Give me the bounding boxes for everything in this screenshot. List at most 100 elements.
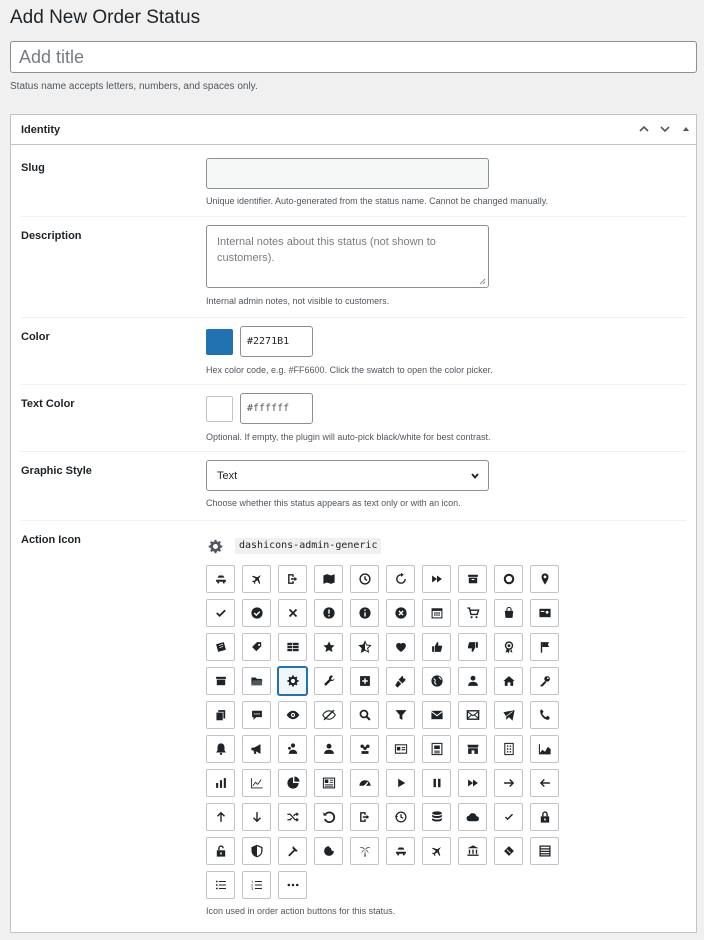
icon-option-calendar[interactable] [422,599,451,627]
title-input[interactable] [10,41,697,73]
icon-option-pie-chart[interactable] [278,769,307,797]
icon-option-area-chart[interactable] [530,735,559,763]
icon-option-id[interactable] [386,735,415,763]
icon-option-fast-forward[interactable] [422,565,451,593]
icon-option-check-circle[interactable] [242,599,271,627]
graphic-style-select[interactable]: Text [206,460,489,491]
icon-option-flag[interactable] [530,633,559,661]
icon-option-arrow-left[interactable] [530,769,559,797]
icon-option-undo[interactable] [314,803,343,831]
icon-option-circle[interactable] [494,565,523,593]
icon-option-bell[interactable] [206,735,235,763]
icon-option-airplane-alt[interactable] [422,837,451,865]
icon-option-thumbs-down[interactable] [458,633,487,661]
icon-option-address-card[interactable] [422,735,451,763]
icon-option-megaphone[interactable] [242,735,271,763]
icon-option-airplane[interactable] [242,565,271,593]
icon-option-newspaper[interactable] [314,769,343,797]
icon-option-chat-bubble[interactable] [242,701,271,729]
icon-option-store[interactable] [458,735,487,763]
icon-option-filter[interactable] [386,701,415,729]
icon-option-eye-hidden[interactable] [314,701,343,729]
icon-option-list-unordered[interactable] [206,871,235,899]
move-down-button[interactable] [657,121,673,137]
icon-option-bank[interactable] [458,837,487,865]
description-textarea[interactable]: Internal notes about this status (not sh… [206,225,489,288]
move-up-button[interactable] [636,121,652,137]
icon-option-car-alt[interactable] [386,837,415,865]
icon-option-home[interactable] [494,667,523,695]
icon-option-unlock[interactable] [206,837,235,865]
color-swatch[interactable] [206,329,233,355]
icon-option-store-bag[interactable] [494,599,523,627]
icon-option-email-alt[interactable] [458,701,487,729]
icon-option-id-card[interactable] [530,599,559,627]
icon-option-building[interactable] [494,735,523,763]
icon-option-tag[interactable] [242,633,271,661]
icon-option-pause[interactable] [422,769,451,797]
icon-option-search[interactable] [350,701,379,729]
slug-input[interactable] [206,158,489,189]
icon-option-exit[interactable] [278,565,307,593]
icon-option-gear[interactable] [278,667,307,695]
icon-option-email[interactable] [422,701,451,729]
icon-option-backup[interactable] [386,803,415,831]
icon-option-globe[interactable] [422,667,451,695]
icon-option-list-table[interactable] [278,633,307,661]
collapse-toggle-button[interactable] [678,121,694,137]
icon-option-folder-open[interactable] [242,667,271,695]
icon-option-star-half[interactable] [350,633,379,661]
text-color-swatch[interactable] [206,396,233,422]
resize-grip-icon[interactable] [478,277,486,285]
icon-option-email-send[interactable] [494,701,523,729]
icon-option-location-pin[interactable] [530,565,559,593]
icon-option-plus-box[interactable] [350,667,379,695]
icon-option-close[interactable] [278,599,307,627]
icon-option-palm-tree[interactable] [350,837,379,865]
icon-option-forward[interactable] [458,769,487,797]
icon-option-shuffle[interactable] [278,803,307,831]
icon-option-cart[interactable] [458,599,487,627]
icon-option-ticket[interactable] [494,837,523,865]
icon-option-list-ordered[interactable]: 123 [242,871,271,899]
icon-option-groups[interactable] [350,735,379,763]
icon-option-play[interactable] [386,769,415,797]
icon-option-arrow-right[interactable] [494,769,523,797]
icon-option-shield[interactable] [242,837,271,865]
icon-option-thumbs-up[interactable] [422,633,451,661]
icon-option-wrench[interactable] [314,667,343,695]
icon-option-warning[interactable] [314,599,343,627]
icon-option-checkmark[interactable] [206,599,235,627]
icon-option-line-chart[interactable] [242,769,271,797]
icon-option-award[interactable] [494,633,523,661]
icon-option-person[interactable] [314,735,343,763]
icon-option-cloud[interactable] [458,803,487,831]
icon-option-clock[interactable] [350,565,379,593]
icon-option-user[interactable] [458,667,487,695]
icon-option-food[interactable] [314,837,343,865]
icon-option-star-filled[interactable] [314,633,343,661]
color-hex-input[interactable]: #2271B1 [240,326,313,357]
icon-option-info[interactable] [350,599,379,627]
icon-option-phone[interactable] [530,701,559,729]
icon-option-update[interactable] [386,565,415,593]
icon-option-check-small[interactable] [494,803,523,831]
icon-option-coupon[interactable] [206,633,235,661]
icon-option-arrow-up[interactable] [206,803,235,831]
icon-option-key[interactable] [530,667,559,695]
icon-option-plugin[interactable] [386,667,415,695]
icon-option-archive[interactable] [458,565,487,593]
icon-option-car[interactable] [206,565,235,593]
icon-option-bar-chart[interactable] [206,769,235,797]
icon-option-dismiss-circle[interactable] [386,599,415,627]
text-color-hex-input[interactable]: #ffffff [240,393,313,424]
icon-option-eye[interactable] [278,701,307,729]
icon-option-arrow-down[interactable] [242,803,271,831]
icon-option-list-rows[interactable] [530,837,559,865]
icon-option-ellipsis[interactable] [278,871,307,899]
icon-option-hammer[interactable] [278,837,307,865]
icon-option-user-group[interactable] [278,735,307,763]
icon-option-map[interactable] [314,565,343,593]
icon-option-lock[interactable] [530,803,559,831]
icon-option-logout[interactable] [350,803,379,831]
